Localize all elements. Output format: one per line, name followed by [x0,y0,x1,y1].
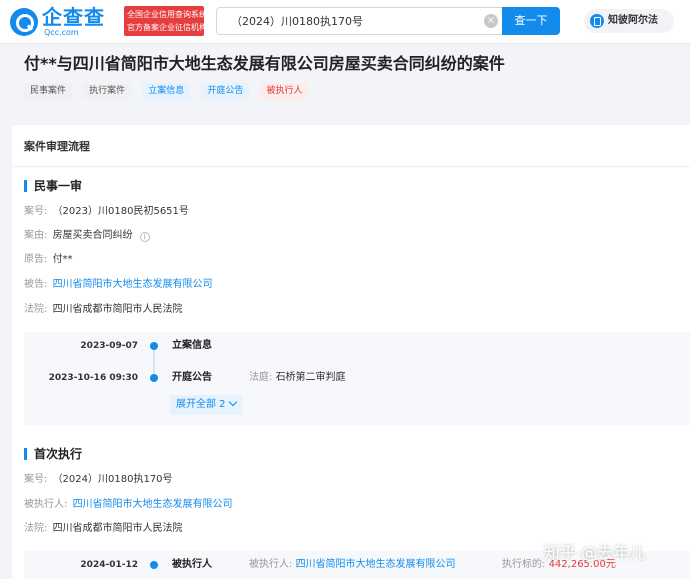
first-execution-executee: 被执行人: 四川省简阳市大地生态发展有限公司 [24,498,233,512]
tag-filing-info[interactable]: 立案信息 [142,83,191,100]
field-label: 案号: [24,206,48,217]
logo-name: 企查查 [42,5,105,29]
zhi-alpha-label: 知彼阿尔法 [608,15,658,26]
expand-all-button[interactable]: 展开全部 2 [170,395,242,415]
timeline-event-hearing[interactable]: 开庭公告 [172,370,212,386]
qcc-logo[interactable]: 企查查 Qcc.com [10,6,122,38]
logo-magnifier-icon [10,8,38,36]
detail-label: 法庭: [249,372,273,383]
executee-link[interactable]: 四川省简阳市大地生态发展有限公司 [296,559,456,570]
field-value: 四川省成都市简阳市人民法院 [52,523,183,534]
executee-company-link[interactable]: 四川省简阳市大地生态发展有限公司 [73,499,233,510]
badge-line-1: 全国企业信用查询系统 [127,10,204,19]
field-value: （2024）川0180执170号 [52,474,173,485]
detail-value: 石桥第二审判庭 [275,372,346,383]
first-instance-timeline: 2023-09-07 立案信息 2023-10-16 09:30 开庭公告 法庭… [24,332,690,425]
first-instance-defendant: 被告: 四川省简阳市大地生态发展有限公司 [24,278,213,292]
tag-civil-case[interactable]: 民事案件 [24,83,73,100]
expand-label: 展开全部 2 [176,399,226,410]
search-button[interactable]: 查一下 [502,7,560,35]
timeline-dot-icon [150,374,158,382]
first-instance-case-no: 案号: （2023）川0180民初5651号 [24,205,189,219]
first-instance-plaintiff: 原告: 付** [24,253,73,267]
first-execution-court: 法院: 四川省成都市简阳市人民法院 [24,522,183,536]
credit-system-badge[interactable]: 全国企业信用查询系统 官方备案企业征信机构 [124,6,204,36]
tag-execution-case[interactable]: 执行案件 [83,83,132,100]
panel-title: 案件审理流程 [24,140,90,153]
section-first-instance: 民事一审 [24,178,82,194]
field-value: 付** [52,254,73,265]
process-panel: 案件审理流程 民事一审 案号: （2023）川0180民初5651号 案由: 房… [12,125,690,579]
timeline-event-executee[interactable]: 被执行人 [172,557,212,573]
timeline-date: 2024-01-12 [80,560,138,570]
timeline-item: 2023-10-16 09:30 开庭公告 法庭: 石桥第二审判庭 [24,370,690,386]
case-title: 付**与四川省简阳市大地生态发展有限公司房屋买卖合同纠纷的案件 [24,54,505,73]
field-value: （2023）川0180民初5651号 [52,206,189,217]
tag-executee[interactable]: 被执行人 [260,83,309,100]
top-header: 企查查 Qcc.com 全国企业信用查询系统 官方备案企业征信机构 × 查一下 … [0,0,690,44]
zhi-alpha-icon [590,14,604,28]
badge-line-2: 官方备案企业征信机构 [127,23,204,32]
field-label: 原告: [24,254,48,265]
field-value: 四川省成都市简阳市人民法院 [52,304,183,315]
clear-icon[interactable]: × [484,14,498,28]
amount-label: 执行标的: [502,559,546,570]
field-label: 案号: [24,474,48,485]
panel-header: 案件审理流程 [12,125,690,167]
detail-label: 被执行人: [249,559,293,570]
first-instance-cause: 案由: 房屋买卖合同纠纷 i [24,229,150,243]
case-tags: 民事案件 执行案件 立案信息 开庭公告 被执行人 [24,83,314,101]
section-first-execution: 首次执行 [24,446,82,462]
zhihu-watermark: 知乎 @去年儿 [544,543,646,562]
field-label: 被告: [24,279,48,290]
first-instance-court: 法院: 四川省成都市简阳市人民法院 [24,303,183,317]
field-label: 法院: [24,523,48,534]
chevron-down-icon [228,397,237,407]
timeline-date: 2023-09-07 [80,341,138,351]
timeline-item: 2023-09-07 立案信息 [24,338,690,354]
logo-domain: Qcc.com [44,28,79,37]
info-icon[interactable]: i [139,232,150,242]
search-input[interactable] [217,8,479,34]
timeline-detail: 法庭: 石桥第二审判庭 [249,370,346,386]
timeline-dot-icon [150,342,158,350]
field-label: 被执行人: [24,499,68,510]
search-box: × [216,7,502,35]
field-value: 房屋买卖合同纠纷 [52,230,133,241]
tag-hearing-notice[interactable]: 开庭公告 [201,83,250,100]
defendant-company-link[interactable]: 四川省简阳市大地生态发展有限公司 [53,279,213,290]
timeline-detail: 被执行人: 四川省简阳市大地生态发展有限公司 [249,557,456,573]
timeline-date: 2023-10-16 09:30 [48,373,138,383]
first-execution-case-no: 案号: （2024）川0180执170号 [24,473,173,487]
zhi-alpha-button[interactable]: 知彼阿尔法 [584,9,674,33]
field-label: 案由: [24,230,48,241]
timeline-event-filing[interactable]: 立案信息 [172,338,212,354]
field-label: 法院: [24,304,48,315]
timeline-dot-icon [150,561,158,569]
